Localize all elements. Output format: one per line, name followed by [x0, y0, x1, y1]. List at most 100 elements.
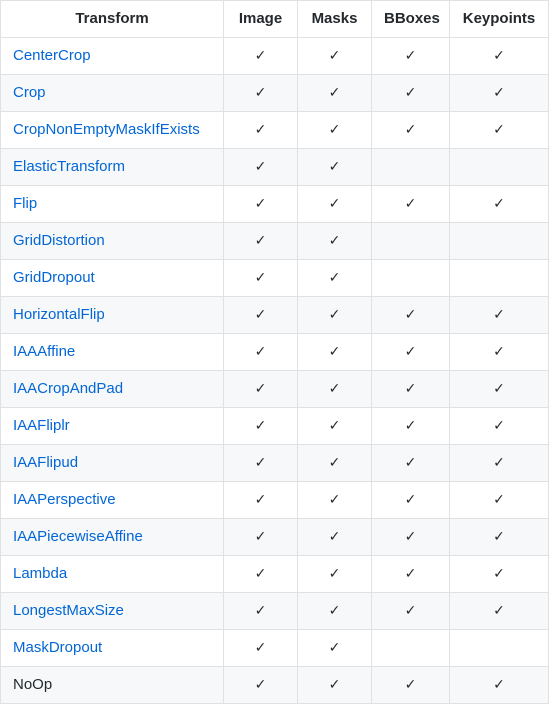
transform-link[interactable]: HorizontalFlip: [13, 306, 105, 323]
table-row: IAAFliplr ✓ ✓ ✓ ✓: [0, 407, 549, 445]
transform-link[interactable]: LongestMaxSize: [13, 602, 124, 619]
table-row: Flip ✓ ✓ ✓ ✓: [0, 185, 549, 223]
masks-support-cell: ✓: [297, 592, 372, 630]
masks-support-cell: ✓: [297, 666, 372, 704]
masks-support-cell: ✓: [297, 555, 372, 593]
masks-support-cell: ✓: [297, 111, 372, 149]
header-row: Transform Image Masks BBoxes Keypoints: [0, 0, 549, 38]
transform-name-cell: CropNonEmptyMaskIfExists: [0, 111, 224, 149]
bboxes-support-cell: ✓: [371, 333, 450, 371]
transform-link[interactable]: CropNonEmptyMaskIfExists: [13, 121, 200, 138]
masks-support-cell: ✓: [297, 148, 372, 186]
keypoints-support-cell: ✓: [449, 370, 549, 408]
bboxes-support-cell: ✓: [371, 185, 450, 223]
transform-link[interactable]: GridDistortion: [13, 232, 105, 249]
table-row: IAAFlipud ✓ ✓ ✓ ✓: [0, 444, 549, 482]
table-row: Lambda ✓ ✓ ✓ ✓: [0, 555, 549, 593]
table-row: NoOp ✓ ✓ ✓ ✓: [0, 666, 549, 704]
keypoints-support-cell: ✓: [449, 407, 549, 445]
bboxes-support-cell: ✓: [371, 74, 450, 112]
keypoints-support-cell: ✓: [449, 666, 549, 704]
image-support-cell: ✓: [223, 37, 298, 75]
image-support-cell: ✓: [223, 518, 298, 556]
image-support-cell: ✓: [223, 666, 298, 704]
table-row: CropNonEmptyMaskIfExists ✓ ✓ ✓ ✓: [0, 111, 549, 149]
masks-support-cell: ✓: [297, 333, 372, 371]
bboxes-support-cell: [371, 148, 450, 186]
transforms-support-table: Transform Image Masks BBoxes Keypoints C…: [0, 0, 549, 704]
transform-name-cell: HorizontalFlip: [0, 296, 224, 334]
image-support-cell: ✓: [223, 148, 298, 186]
bboxes-support-cell: ✓: [371, 481, 450, 519]
keypoints-support-cell: [449, 259, 549, 297]
transform-link[interactable]: Crop: [13, 84, 46, 101]
keypoints-support-cell: ✓: [449, 592, 549, 630]
bboxes-support-cell: ✓: [371, 407, 450, 445]
image-support-cell: ✓: [223, 259, 298, 297]
bboxes-support-cell: ✓: [371, 37, 450, 75]
transform-link[interactable]: IAACropAndPad: [13, 380, 123, 397]
transform-name-cell: IAAFliplr: [0, 407, 224, 445]
transform-link[interactable]: Flip: [13, 195, 37, 212]
keypoints-support-cell: ✓: [449, 444, 549, 482]
image-support-cell: ✓: [223, 444, 298, 482]
keypoints-support-cell: ✓: [449, 74, 549, 112]
image-support-cell: ✓: [223, 629, 298, 667]
transform-link[interactable]: ElasticTransform: [13, 158, 125, 175]
keypoints-support-cell: ✓: [449, 185, 549, 223]
image-support-cell: ✓: [223, 222, 298, 260]
transform-name-cell: IAAPiecewiseAffine: [0, 518, 224, 556]
image-support-cell: ✓: [223, 185, 298, 223]
keypoints-support-cell: ✓: [449, 333, 549, 371]
table-row: MaskDropout ✓ ✓: [0, 629, 549, 667]
image-support-cell: ✓: [223, 111, 298, 149]
table-row: LongestMaxSize ✓ ✓ ✓ ✓: [0, 592, 549, 630]
bboxes-support-cell: ✓: [371, 518, 450, 556]
transform-link[interactable]: Lambda: [13, 565, 67, 582]
keypoints-support-cell: ✓: [449, 111, 549, 149]
masks-support-cell: ✓: [297, 37, 372, 75]
masks-support-cell: ✓: [297, 518, 372, 556]
transform-link[interactable]: GridDropout: [13, 269, 95, 286]
table-row: IAACropAndPad ✓ ✓ ✓ ✓: [0, 370, 549, 408]
table-body: CenterCrop ✓ ✓ ✓ ✓ Crop ✓ ✓ ✓ ✓ CropNonEmptyMaskIf…: [0, 37, 549, 704]
transform-name-cell: NoOp: [0, 666, 224, 704]
bboxes-support-cell: [371, 222, 450, 260]
masks-support-cell: ✓: [297, 481, 372, 519]
image-support-cell: ✓: [223, 481, 298, 519]
keypoints-support-cell: ✓: [449, 37, 549, 75]
header-masks: Masks: [297, 0, 372, 38]
masks-support-cell: ✓: [297, 629, 372, 667]
image-support-cell: ✓: [223, 296, 298, 334]
bboxes-support-cell: ✓: [371, 592, 450, 630]
header-keypoints: Keypoints: [449, 0, 549, 38]
keypoints-support-cell: ✓: [449, 555, 549, 593]
transform-link[interactable]: IAAPiecewiseAffine: [13, 528, 143, 545]
transform-link[interactable]: IAAPerspective: [13, 491, 116, 508]
bboxes-support-cell: ✓: [371, 370, 450, 408]
bboxes-support-cell: ✓: [371, 555, 450, 593]
transform-name: NoOp: [13, 676, 53, 693]
transform-name-cell: CenterCrop: [0, 37, 224, 75]
table-row: IAAPiecewiseAffine ✓ ✓ ✓ ✓: [0, 518, 549, 556]
transform-link[interactable]: IAAFliplr: [13, 417, 70, 434]
header-image: Image: [223, 0, 298, 38]
header-transform: Transform: [0, 0, 224, 38]
masks-support-cell: ✓: [297, 370, 372, 408]
transform-link[interactable]: CenterCrop: [13, 47, 91, 64]
image-support-cell: ✓: [223, 592, 298, 630]
keypoints-support-cell: [449, 222, 549, 260]
table-row: HorizontalFlip ✓ ✓ ✓ ✓: [0, 296, 549, 334]
header-bboxes: BBoxes: [371, 0, 450, 38]
transform-link[interactable]: IAAAffine: [13, 343, 75, 360]
bboxes-support-cell: [371, 259, 450, 297]
table-row: IAAAffine ✓ ✓ ✓ ✓: [0, 333, 549, 371]
table-row: GridDropout ✓ ✓: [0, 259, 549, 297]
transform-link[interactable]: IAAFlipud: [13, 454, 78, 471]
masks-support-cell: ✓: [297, 185, 372, 223]
transform-link[interactable]: MaskDropout: [13, 639, 102, 656]
bboxes-support-cell: ✓: [371, 111, 450, 149]
transform-name-cell: IAAFlipud: [0, 444, 224, 482]
keypoints-support-cell: ✓: [449, 296, 549, 334]
transform-name-cell: IAAAffine: [0, 333, 224, 371]
